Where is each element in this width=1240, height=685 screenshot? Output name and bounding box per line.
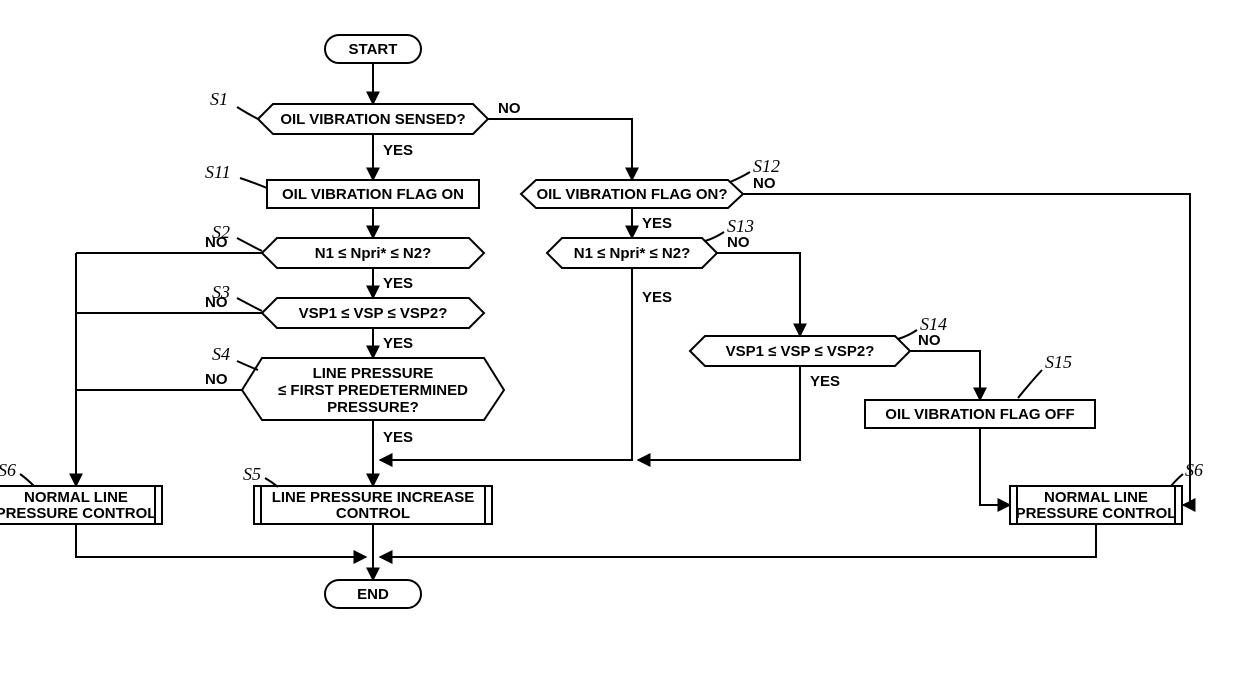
node-s12-label: OIL VIBRATION FLAG ON? <box>536 186 727 203</box>
node-start: START <box>325 35 421 63</box>
node-s1: OIL VIBRATION SENSED? <box>258 104 488 134</box>
edge-label-s4-yes: YES <box>383 429 413 446</box>
node-s6l-label-l2: PRESSURE CONTROL <box>0 505 156 522</box>
edge-s14-s5 <box>638 366 800 460</box>
node-s15: OIL VIBRATION FLAG OFF <box>865 400 1095 428</box>
edge-s14-s15 <box>910 351 980 400</box>
node-s6-right: NORMAL LINE PRESSURE CONTROL <box>1010 486 1182 524</box>
tag-s1: S1 <box>210 89 228 109</box>
node-s13-label: N1 ≤ Npri* ≤ N2? <box>574 245 690 262</box>
node-s4: LINE PRESSURE ≤ FIRST PREDETERMINED PRES… <box>242 358 504 420</box>
tag-s11: S11 <box>205 162 231 182</box>
node-end: END <box>325 580 421 608</box>
node-s4-label-l1: LINE PRESSURE <box>313 365 434 382</box>
node-s14: VSP1 ≤ VSP ≤ VSP2? <box>690 336 910 366</box>
tag-s12-leader <box>730 172 750 182</box>
tag-s13-leader <box>705 232 724 241</box>
node-s5-label-l1: LINE PRESSURE INCREASE <box>272 489 475 506</box>
node-start-label: START <box>349 41 398 58</box>
tag-s1-leader <box>237 107 258 119</box>
node-s11: OIL VIBRATION FLAG ON <box>267 180 479 208</box>
edge-s1-s12 <box>488 119 632 180</box>
node-s15-label: OIL VIBRATION FLAG OFF <box>885 406 1074 423</box>
node-s2-label: N1 ≤ Npri* ≤ N2? <box>315 245 431 262</box>
node-s3-label: VSP1 ≤ VSP ≤ VSP2? <box>299 305 448 322</box>
edge-label-s3-yes: YES <box>383 335 413 352</box>
edge-label-s1-no: NO <box>498 100 521 117</box>
node-s13: N1 ≤ Npri* ≤ N2? <box>547 238 717 268</box>
tag-s3: S3 <box>212 282 230 302</box>
tag-s14-leader <box>898 330 917 339</box>
tag-s5: S5 <box>243 464 261 484</box>
tag-s4-leader <box>237 361 258 370</box>
tag-s6l-leader <box>20 474 34 486</box>
node-s5-label-l2: CONTROL <box>336 505 410 522</box>
edge-label-s4-no: NO <box>205 371 228 388</box>
node-s6-left: NORMAL LINE PRESSURE CONTROL <box>0 486 162 524</box>
tag-s15-leader <box>1018 370 1042 398</box>
edge-label-s13-no: NO <box>727 234 750 251</box>
node-s6r-label-l1: NORMAL LINE <box>1044 489 1148 506</box>
tag-s14: S14 <box>920 314 947 334</box>
node-s5: LINE PRESSURE INCREASE CONTROL <box>254 486 492 524</box>
node-s14-label: VSP1 ≤ VSP ≤ VSP2? <box>726 343 875 360</box>
edge-s6r-end <box>380 524 1096 557</box>
tag-s3-leader <box>237 298 262 311</box>
tag-s13: S13 <box>727 216 754 236</box>
node-s12: OIL VIBRATION FLAG ON? <box>521 180 743 208</box>
edge-label-s1-yes: YES <box>383 142 413 159</box>
node-s11-label: OIL VIBRATION FLAG ON <box>282 186 464 203</box>
edge-label-s12-no: NO <box>753 175 776 192</box>
node-s1-label: OIL VIBRATION SENSED? <box>280 111 465 128</box>
tag-s6-right: S6 <box>1185 460 1203 480</box>
edge-label-s13-yes: YES <box>642 289 672 306</box>
edge-label-s14-yes: YES <box>810 373 840 390</box>
edge-label-s2-yes: YES <box>383 275 413 292</box>
tag-s6-left: S6 <box>0 460 16 480</box>
tag-s12: S12 <box>753 156 780 176</box>
edge-s15-s6r <box>980 428 1010 505</box>
edge-label-s14-no: NO <box>918 332 941 349</box>
edge-label-s12-yes: YES <box>642 215 672 232</box>
tag-s2-leader <box>237 238 262 251</box>
node-s4-label-l3: PRESSURE? <box>327 399 419 416</box>
node-s3: VSP1 ≤ VSP ≤ VSP2? <box>262 298 484 328</box>
tag-s4: S4 <box>212 344 230 364</box>
edge-s13-s14 <box>717 253 800 336</box>
node-end-label: END <box>357 586 389 603</box>
tag-s15: S15 <box>1045 352 1072 372</box>
node-s6l-label-l1: NORMAL LINE <box>24 489 128 506</box>
tag-s6r-leader <box>1171 474 1183 486</box>
node-s2: N1 ≤ Npri* ≤ N2? <box>262 238 484 268</box>
node-s6r-label-l2: PRESSURE CONTROL <box>1016 505 1177 522</box>
tag-s2: S2 <box>212 222 230 242</box>
tag-s11-leader <box>240 178 267 188</box>
node-s4-label-l2: ≤ FIRST PREDETERMINED <box>278 382 468 399</box>
edge-s6l-end <box>76 524 366 557</box>
